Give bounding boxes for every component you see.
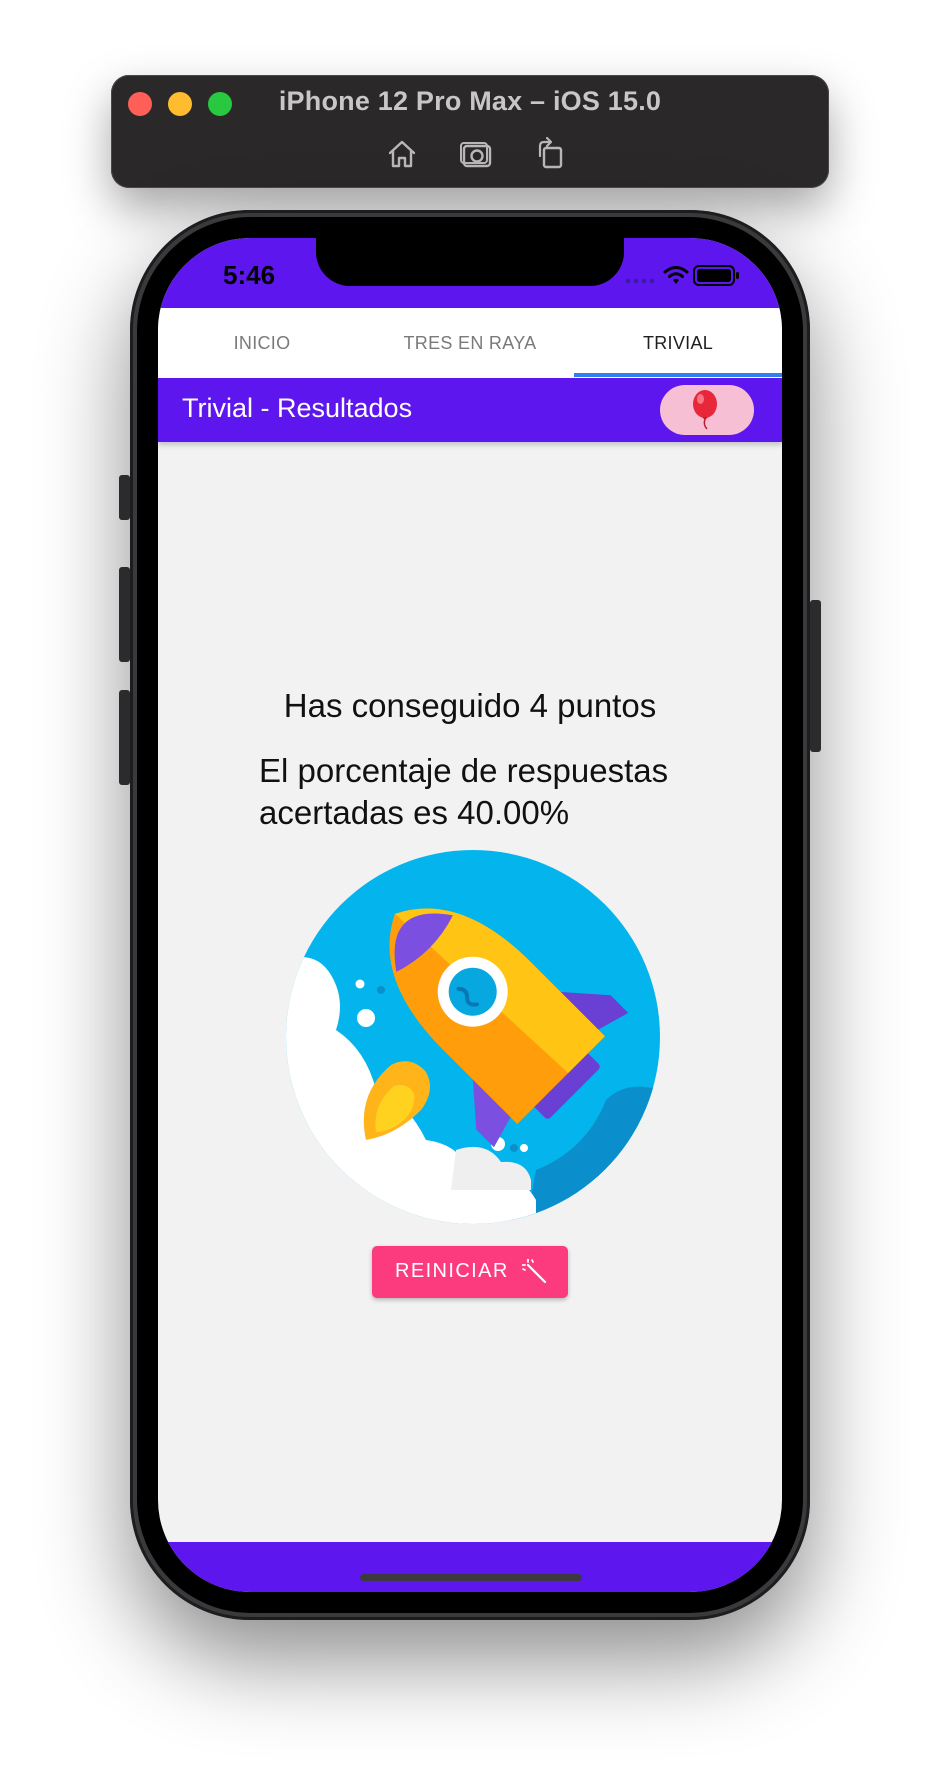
cellular-signal-icon [625, 278, 655, 284]
tab-bar: INICIO TRES EN RAYA TRIVIAL [158, 308, 782, 378]
restart-button[interactable]: REINICIAR [372, 1246, 568, 1298]
notch [316, 238, 624, 286]
percentage-text: El porcentaje de respuestas acertadas es… [259, 752, 669, 831]
mute-switch [119, 475, 130, 520]
status-time: 5:46 [223, 260, 276, 290]
screenshot-icon[interactable] [457, 134, 497, 174]
battery-icon [693, 265, 739, 286]
tab-inicio[interactable]: INICIO [158, 308, 366, 378]
power-button [810, 600, 821, 752]
tab-active-indicator [574, 373, 782, 377]
tab-tres-en-raya[interactable]: TRES EN RAYA [366, 308, 574, 378]
score-text: Has conseguido 4 puntos [283, 687, 657, 724]
volume-down-button [119, 690, 130, 785]
tab-trivial[interactable]: TRIVIAL [574, 308, 782, 378]
volume-up-button [119, 567, 130, 662]
status-icons [625, 265, 739, 286]
bottom-bar [158, 1542, 782, 1592]
magic-wand-icon [522, 1259, 547, 1284]
home-indicator[interactable] [360, 1574, 582, 1581]
simulator-title: iPhone 12 Pro Max – iOS 15.0 [278, 86, 662, 116]
device-screen: 5:46 INICIO TRES EN RAYA TRIVIAL Trivial… [158, 238, 782, 1592]
restart-button-label: REINICIAR [395, 1260, 509, 1282]
balloon-icon [693, 390, 717, 430]
balloon-button[interactable] [660, 385, 754, 435]
minimize-window-button[interactable] [168, 92, 192, 116]
status-bar: 5:46 [158, 238, 782, 308]
wifi-icon [663, 266, 689, 284]
close-window-button[interactable] [128, 92, 152, 116]
page-title: Trivial - Resultados [182, 393, 413, 423]
rocket-illustration [286, 850, 660, 1224]
home-icon[interactable] [382, 134, 422, 174]
app-bar: Trivial - Resultados [158, 378, 782, 442]
rotate-icon[interactable] [530, 134, 570, 174]
